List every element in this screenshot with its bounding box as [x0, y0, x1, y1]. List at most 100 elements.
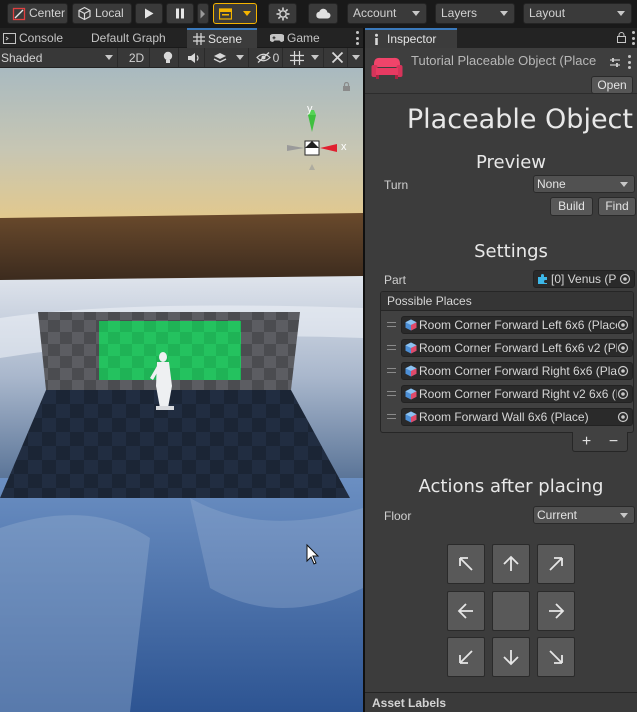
pivot-local-button[interactable]: Local [72, 3, 132, 24]
drag-handle-icon[interactable] [387, 391, 396, 396]
move-right-button[interactable] [537, 591, 575, 631]
list-add-remove-footer: + − [572, 432, 628, 452]
place-object-field[interactable]: Room Forward Wall 6x6 (Place) [401, 408, 633, 426]
play-mode-options-dropdown[interactable] [213, 3, 257, 24]
place-object-field[interactable]: Room Corner Forward Right 6x6 (Place) [401, 362, 633, 380]
toolbar-overflow-dropdown[interactable] [349, 48, 363, 67]
more-options-icon[interactable] [355, 31, 359, 45]
list-item: Room Corner Forward Left 6x6 v2 (Place) [381, 337, 633, 359]
arrow-up-right-icon [549, 557, 563, 571]
object-picker-icon[interactable] [617, 342, 629, 354]
water-reflection [0, 515, 150, 712]
settings-sliders-icon[interactable] [609, 57, 621, 68]
chevron-down-icon [243, 11, 251, 16]
tab-scene[interactable]: Scene [187, 28, 257, 48]
effects-dropdown[interactable] [209, 48, 249, 67]
layout-dropdown[interactable]: Layout [523, 3, 632, 24]
asset-labels-section[interactable]: Asset Labels [365, 692, 637, 712]
object-picker-icon[interactable] [617, 411, 629, 423]
turn-dropdown[interactable]: None [533, 175, 635, 193]
pivot-local-label: Local [95, 6, 124, 20]
tools-button[interactable] [328, 48, 348, 67]
list-item: Room Corner Forward Right v2 6x6 (Place) [381, 383, 633, 405]
remove-item-button[interactable]: − [609, 433, 618, 451]
tab-game[interactable]: Game [270, 28, 320, 48]
chevron-down-icon [105, 55, 113, 60]
scene-viewport[interactable]: y x [0, 68, 363, 712]
turn-value: None [537, 177, 566, 191]
move-down-left-button[interactable] [447, 637, 485, 677]
chevron-down-icon [236, 55, 244, 60]
lock-icon[interactable] [342, 82, 351, 91]
move-down-right-button[interactable] [537, 637, 575, 677]
object-picker-icon[interactable] [619, 273, 631, 285]
move-up-right-button[interactable] [537, 544, 575, 584]
account-label: Account [353, 6, 397, 20]
grid-snap-icon [290, 50, 304, 65]
lightbulb-icon [163, 51, 172, 63]
add-item-button[interactable]: + [582, 433, 591, 451]
floor-dropdown[interactable]: Current [533, 506, 635, 524]
drag-handle-icon[interactable] [387, 322, 396, 327]
drag-handle-icon[interactable] [387, 345, 396, 350]
settings-button[interactable] [268, 3, 297, 24]
grid-snap-dropdown[interactable] [286, 48, 324, 67]
prefab-cube-icon [405, 388, 417, 400]
tab-inspector[interactable]: Inspector [365, 28, 457, 48]
toggle-2d-button[interactable]: 2D [124, 48, 150, 67]
object-picker-icon[interactable] [617, 365, 629, 377]
wrench-icon [331, 51, 344, 64]
more-options-icon[interactable] [627, 55, 631, 69]
chevron-down-icon [412, 11, 420, 16]
speaker-icon [187, 52, 199, 63]
find-button[interactable]: Find [598, 197, 636, 216]
chevron-down-icon [311, 55, 319, 60]
drag-handle-icon[interactable] [387, 368, 396, 373]
hidden-objects-toggle[interactable]: 0 [253, 48, 283, 67]
step-button[interactable] [197, 3, 209, 24]
pause-button[interactable] [166, 3, 194, 24]
move-left-button[interactable] [447, 591, 485, 631]
place-value: Room Corner Forward Left 6x6 (Place) [419, 318, 617, 332]
play-icon [145, 8, 154, 19]
place-object-field[interactable]: Room Corner Forward Right v2 6x6 (Place) [401, 385, 633, 403]
tab-scene-label: Scene [208, 32, 243, 46]
center-button[interactable] [492, 591, 530, 631]
layers-label: Layers [441, 6, 478, 20]
list-item: Room Forward Wall 6x6 (Place) [381, 406, 633, 428]
toggle-2d-label: 2D [128, 50, 145, 65]
pause-icon [176, 8, 184, 19]
tab-default-graph[interactable]: Default Graph [91, 28, 166, 48]
shading-mode-dropdown[interactable]: Shaded [0, 48, 118, 67]
orientation-gizmo[interactable]: y x [279, 103, 349, 183]
move-up-button[interactable] [492, 544, 530, 584]
cloud-button[interactable] [308, 3, 338, 24]
pivot-center-button[interactable]: Center [7, 3, 68, 24]
place-object-field[interactable]: Room Corner Forward Left 6x6 v2 (Place) [401, 339, 633, 357]
lock-icon[interactable] [617, 32, 626, 46]
place-value: Room Corner Forward Right v2 6x6 (Place) [419, 387, 617, 401]
chevron-down-icon [620, 181, 628, 187]
gamepad-icon [270, 34, 284, 42]
build-button[interactable]: Build [550, 197, 593, 216]
drag-handle-icon[interactable] [387, 414, 396, 419]
object-name: Tutorial Placeable Object (Place [411, 53, 597, 68]
object-picker-icon[interactable] [617, 388, 629, 400]
tab-console[interactable]: Console [3, 28, 63, 48]
scene-toolbar: Shaded 2D 0 [0, 48, 363, 68]
move-down-button[interactable] [492, 637, 530, 677]
account-dropdown[interactable]: Account [347, 3, 427, 24]
layout-label: Layout [529, 6, 566, 20]
place-object-field[interactable]: Room Corner Forward Left 6x6 (Place) [401, 316, 633, 334]
gear-icon [276, 7, 289, 20]
play-button[interactable] [135, 3, 163, 24]
open-button[interactable]: Open [591, 76, 633, 94]
move-up-left-button[interactable] [447, 544, 485, 584]
more-options-icon[interactable] [631, 31, 635, 45]
prefab-cube-icon [405, 411, 417, 423]
layers-dropdown[interactable]: Layers [435, 3, 515, 24]
lighting-toggle[interactable] [157, 48, 179, 67]
part-object-field[interactable]: [0] Venus (P [533, 270, 635, 288]
object-picker-icon[interactable] [617, 319, 629, 331]
audio-toggle[interactable] [183, 48, 205, 67]
